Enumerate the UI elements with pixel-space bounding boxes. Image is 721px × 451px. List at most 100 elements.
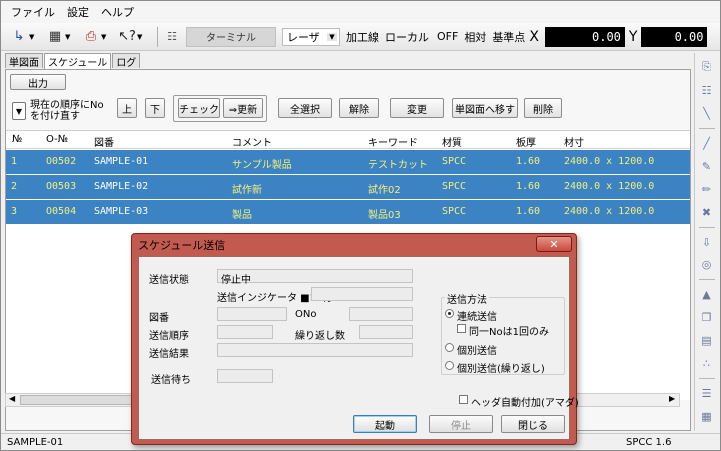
calendar-icon[interactable]: ▦ xyxy=(45,28,65,46)
output-button[interactable]: 出力 xyxy=(10,74,66,90)
menu-settings[interactable]: 設定 xyxy=(67,4,89,20)
radio-continuous-label[interactable]: 連続送信 xyxy=(457,308,497,323)
deselect-button[interactable]: 解除 xyxy=(339,98,379,118)
terminal-button[interactable]: ターミナル xyxy=(186,26,276,47)
menu-bar: ファイル 設定 ヘルプ xyxy=(1,1,720,23)
tab-strip: 単図面 スケジュール ログ xyxy=(5,53,141,69)
marker-tool-icon[interactable]: ✏ xyxy=(698,181,716,198)
radio-individual-repeat-label[interactable]: 個別送信(繰り返し) xyxy=(457,360,545,375)
checkbox-same-no-once[interactable] xyxy=(457,324,466,333)
ono-field xyxy=(349,307,413,321)
chevron-down-icon[interactable]: ▼ xyxy=(101,33,109,41)
processing-line-toggle[interactable]: 加工線 xyxy=(346,29,379,45)
tab-schedule[interactable]: スケジュール xyxy=(44,53,112,69)
table-tool-icon[interactable]: ▦ xyxy=(698,408,716,425)
col-ono[interactable]: O-№ xyxy=(46,134,68,145)
ono-label: ONo xyxy=(295,309,317,320)
target-tool-icon[interactable]: ◎ xyxy=(698,257,716,274)
send-result-field xyxy=(217,343,413,357)
radio-individual-repeat[interactable] xyxy=(445,361,454,370)
chevron-down-icon[interactable]: ▼ xyxy=(65,33,73,41)
col-comment[interactable]: コメント xyxy=(232,134,272,149)
row-no: 3 xyxy=(11,206,18,217)
relative-toggle[interactable]: 相対 xyxy=(464,29,486,45)
radio-continuous[interactable] xyxy=(445,309,454,318)
printer-icon[interactable]: ⎙ xyxy=(81,28,101,46)
row-drawing: SAMPLE-03 xyxy=(94,206,149,217)
row-keyword: テストカット xyxy=(368,160,428,171)
y-label: Y xyxy=(628,28,638,45)
checkbox-same-no-once-label[interactable]: 同一Noは1回のみ xyxy=(469,323,549,338)
dialog-body: 送信状態 停止中 送信インジケータ ■10行 図番 ONo 送信順序 繰り返し数… xyxy=(138,256,579,440)
reference-point-toggle[interactable]: 基準点 xyxy=(492,29,525,45)
select-tool-icon[interactable]: ⎘ xyxy=(698,59,716,76)
row-comment: サンプル製品 xyxy=(232,160,292,171)
document-tool-icon[interactable]: ☰ xyxy=(698,385,716,402)
send-method-title: 送信方法 xyxy=(445,291,489,306)
pen-tool-icon[interactable]: ╱ xyxy=(698,135,716,152)
col-sheet-size[interactable]: 材寸 xyxy=(564,134,584,149)
delete-button[interactable]: 削除 xyxy=(524,98,562,118)
off-toggle[interactable]: OFF xyxy=(437,30,458,43)
drawing-label: 図番 xyxy=(149,313,169,324)
table-row[interactable]: 3 O0504 SAMPLE-03 製品 製品03 SPCC 1.60 2400… xyxy=(6,200,690,224)
checkbox-header-auto-label[interactable]: ヘッダ自動付加(アマダ) xyxy=(471,394,579,409)
palette-separator xyxy=(698,226,715,228)
cross-tool-icon[interactable]: ✖ xyxy=(698,204,716,221)
select-all-button[interactable]: 全選択 xyxy=(278,98,332,118)
refresh-button[interactable]: ⇒更新 xyxy=(223,98,263,118)
start-button[interactable]: 起動 xyxy=(353,415,417,433)
row-ono: O0504 xyxy=(46,206,77,217)
table-row[interactable]: 1 O0502 SAMPLE-01 サンプル製品 テストカット SPCC 1.6… xyxy=(6,150,690,174)
scroll-left-icon[interactable]: ◀ xyxy=(9,394,15,403)
move-up-button[interactable]: 上 xyxy=(117,98,137,118)
grid-icon[interactable]: ☷ xyxy=(162,28,182,46)
laser-select[interactable]: レーザ ▼ xyxy=(282,27,340,46)
col-material[interactable]: 材質 xyxy=(442,134,462,149)
change-button[interactable]: 変更 xyxy=(390,98,444,118)
move-down-button[interactable]: 下 xyxy=(145,98,165,118)
col-no[interactable]: № xyxy=(12,134,22,145)
send-state-label: 送信状態 xyxy=(149,275,189,286)
row-material: SPCC xyxy=(442,206,467,217)
edit-tool-icon[interactable]: ✎ xyxy=(698,158,716,175)
schedule-send-dialog: スケジュール送信 ✕ 送信状態 停止中 送信インジケータ ■10行 図番 ONo… xyxy=(131,233,579,445)
menu-help[interactable]: ヘルプ xyxy=(101,4,134,20)
col-thickness[interactable]: 板厚 xyxy=(516,134,536,149)
close-icon[interactable]: ✕ xyxy=(536,236,572,252)
radio-individual-label[interactable]: 個別送信 xyxy=(457,342,497,357)
menu-file[interactable]: ファイル xyxy=(11,4,55,20)
scroll-right-icon[interactable]: ▶ xyxy=(669,394,675,403)
tab-log[interactable]: ログ xyxy=(112,53,141,69)
col-keyword[interactable]: キーワード xyxy=(368,134,418,149)
local-toggle[interactable]: ローカル xyxy=(385,29,429,45)
dots-tool-icon[interactable]: ∴ xyxy=(698,355,716,372)
checkbox-header-auto[interactable] xyxy=(459,395,468,404)
copy-tool-icon[interactable]: ❐ xyxy=(698,309,716,326)
send-wait-label: 送信待ち xyxy=(151,375,191,386)
chevron-down-icon[interactable]: ▼ xyxy=(29,33,37,41)
chevron-down-icon[interactable]: ▼ xyxy=(137,33,145,41)
x-label: X xyxy=(529,28,539,45)
drawing-field xyxy=(217,307,287,321)
row-thickness: 1.60 xyxy=(516,206,541,217)
panel-tool-icon[interactable]: ▤ xyxy=(698,332,716,349)
stop-button[interactable]: 停止 xyxy=(429,415,493,433)
radio-individual[interactable] xyxy=(445,343,454,352)
table-row[interactable]: 2 O0503 SAMPLE-02 試作新 試作02 SPCC 1.60 240… xyxy=(6,175,690,199)
shape-tool-icon[interactable]: ▲ xyxy=(698,286,716,303)
renumber-control[interactable]: ▼ 現在の順序にNo を付け直す xyxy=(12,98,112,124)
line-tool-icon[interactable]: ╲ xyxy=(698,105,716,122)
move-to-single-button[interactable]: 単図面へ移す xyxy=(452,98,518,118)
check-button[interactable]: チェック xyxy=(178,98,220,118)
down-arrow-tool-icon[interactable]: ⇩ xyxy=(698,234,716,251)
layout-tool-icon[interactable]: ☷ xyxy=(698,82,716,99)
send-wait-field xyxy=(217,369,273,383)
dropdown-arrow-icon[interactable]: ▼ xyxy=(12,102,26,120)
col-drawing[interactable]: 図番 xyxy=(94,134,114,149)
import-icon[interactable]: ↳ xyxy=(9,28,29,46)
close-button[interactable]: 閉じる xyxy=(501,415,565,433)
help-pointer-icon[interactable]: ↖? xyxy=(117,28,137,46)
tab-single-drawing[interactable]: 単図面 xyxy=(5,53,43,69)
row-ono: O0503 xyxy=(46,181,77,192)
